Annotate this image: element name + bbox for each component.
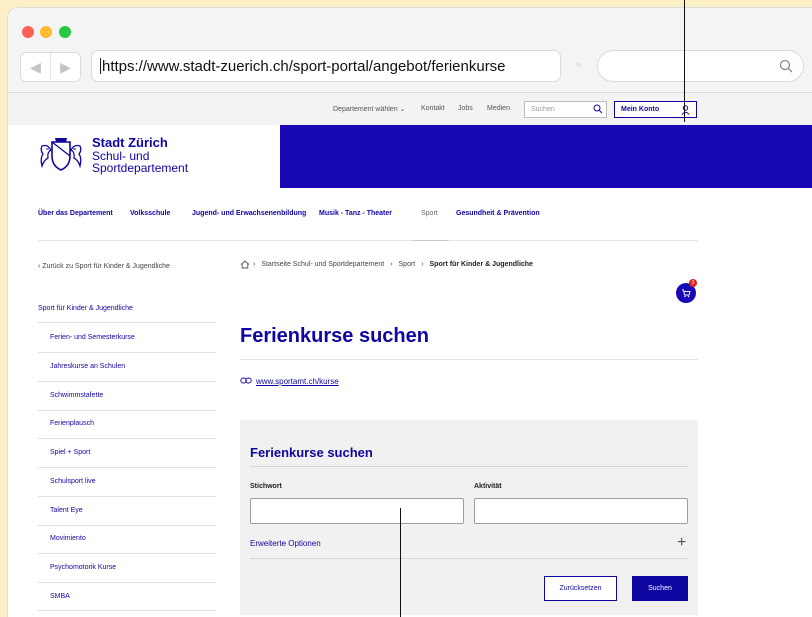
- nav-item-bildung[interactable]: Jugend- und Erwachsenenbildung: [192, 210, 306, 217]
- header-blue-band: [280, 125, 812, 188]
- address-bar-url: https://www.stadt-zuerich.ch/sport-porta…: [102, 58, 506, 75]
- utility-bar: Departement wählen ⌄ Kontakt Jobs Medien…: [8, 93, 812, 125]
- site-search-placeholder: Suchen: [531, 106, 555, 113]
- sidebar-item-movimiento[interactable]: Movimiento: [50, 535, 86, 542]
- search-icon: [779, 59, 793, 73]
- nav-active-underline: [413, 240, 449, 241]
- brand-name[interactable]: Stadt Zürich: [92, 135, 168, 150]
- breadcrumb-item-startseite[interactable]: Startseite Schul- und Sportdepartement: [261, 261, 384, 268]
- breadcrumb: › Startseite Schul- und Sportdepartement…: [240, 260, 533, 269]
- department-name[interactable]: Schul- und Sportdepartement: [92, 150, 188, 174]
- sidebar-divider: [38, 525, 216, 526]
- sidebar-item-schwimmstafette[interactable]: Schwimmstafette: [50, 392, 103, 399]
- zurich-coat-of-arms-logo[interactable]: [38, 136, 84, 174]
- external-link[interactable]: www.sportamt.ch/kurse: [240, 377, 339, 386]
- sidebar-divider: [38, 553, 216, 554]
- link-icon: [240, 377, 252, 384]
- search-panel-divider: [250, 466, 688, 467]
- jobs-link[interactable]: Jobs: [458, 105, 473, 112]
- activity-label: Aktivität: [474, 483, 502, 490]
- breadcrumb-current: Sport für Kinder & Jugendliche: [429, 261, 533, 268]
- nav-item-gesundheit[interactable]: Gesundheit & Prävention: [456, 210, 540, 217]
- medien-link[interactable]: Medien: [487, 105, 510, 112]
- advanced-options-toggle[interactable]: Erweiterte Optionen: [250, 539, 321, 548]
- breadcrumb-item-sport[interactable]: Sport: [399, 261, 416, 268]
- breadcrumb-separator: ›: [421, 261, 424, 268]
- sidebar-divider: [38, 410, 216, 411]
- text-cursor: [100, 58, 101, 74]
- advanced-options-divider: [250, 558, 688, 559]
- annotation-pointer-account: [684, 0, 685, 122]
- back-button[interactable]: ◀: [21, 53, 50, 81]
- search-panel-title: Ferienkurse suchen: [250, 445, 373, 460]
- browser-search-field[interactable]: [597, 50, 804, 82]
- page-title: Ferienkurse suchen: [240, 325, 429, 347]
- sidebar-item-ferien-semesterkurse[interactable]: Ferien- und Semesterkurse: [50, 334, 135, 341]
- sidebar-divider: [38, 322, 216, 323]
- history-navigation: ◀ ▶: [20, 52, 81, 82]
- annotation-pointer-keyword: [400, 508, 401, 617]
- department-name-line2: Sportdepartement: [92, 161, 189, 175]
- sidebar-divider: [38, 467, 216, 468]
- search-icon[interactable]: [593, 104, 603, 114]
- back-link[interactable]: ‹ Zurück zu Sport für Kinder & Jugendlic…: [38, 263, 170, 270]
- sidebar-heading[interactable]: Sport für Kinder & Jugendliche: [38, 305, 133, 312]
- kontakt-link[interactable]: Kontakt: [421, 105, 445, 112]
- cart-icon: [682, 289, 691, 298]
- sidebar-item-psychomotorik[interactable]: Psychomotorik Kurse: [50, 564, 116, 571]
- sidebar-divider: [38, 381, 216, 382]
- nav-divider: [38, 240, 698, 241]
- maximize-window-button[interactable]: [59, 26, 71, 38]
- keyword-input[interactable]: [250, 498, 464, 524]
- account-label: Mein Konto: [621, 106, 660, 113]
- nav-item-sport[interactable]: Sport: [421, 210, 438, 217]
- sidebar-divider: [38, 582, 216, 583]
- search-submit-button[interactable]: Suchen: [632, 576, 688, 601]
- forward-button[interactable]: ▶: [50, 53, 80, 81]
- departement-select[interactable]: Departement wählen ⌄: [333, 105, 405, 113]
- external-link-text: www.sportamt.ch/kurse: [256, 377, 339, 386]
- sidebar-divider: [38, 438, 216, 439]
- nav-item-departement[interactable]: Über das Departement: [38, 210, 113, 217]
- home-icon[interactable]: [240, 260, 250, 269]
- toolbar-separator-dot: [576, 62, 581, 67]
- sidebar-item-talent-eye[interactable]: Talent Eye: [50, 507, 83, 514]
- course-search-panel: Ferienkurse suchen Stichwort Aktivität E…: [240, 420, 698, 615]
- cart-button[interactable]: 3: [676, 279, 697, 303]
- sidebar-divider: [38, 496, 216, 497]
- title-divider: [240, 359, 698, 360]
- activity-input[interactable]: [474, 498, 688, 524]
- cart-count-badge: 3: [689, 279, 697, 287]
- sidebar-item-schulsport-live[interactable]: Schulsport live: [50, 478, 96, 485]
- breadcrumb-separator: ›: [253, 261, 256, 268]
- sidebar-item-jahreskurse[interactable]: Jahreskurse an Schulen: [50, 363, 125, 370]
- site-search-input[interactable]: Suchen: [524, 101, 607, 118]
- nav-item-volksschule[interactable]: Volksschule: [130, 210, 170, 217]
- user-icon: [681, 105, 690, 115]
- sidebar-item-spiel-sport[interactable]: Spiel + Sport: [50, 449, 90, 456]
- sidebar-item-smba[interactable]: SMBA: [50, 593, 70, 600]
- reset-button[interactable]: Zurücksetzen: [544, 576, 617, 601]
- minimize-window-button[interactable]: [40, 26, 52, 38]
- breadcrumb-separator: ›: [390, 261, 393, 268]
- browser-toolbar: ◀ ▶ https://www.stadt-zuerich.ch/sport-p…: [8, 8, 812, 93]
- address-bar[interactable]: https://www.stadt-zuerich.ch/sport-porta…: [91, 50, 561, 82]
- close-window-button[interactable]: [22, 26, 34, 38]
- nav-item-musik[interactable]: Musik - Tanz - Theater: [319, 210, 392, 217]
- sidebar-item-ferienplausch[interactable]: Ferienplausch: [50, 420, 94, 427]
- sidebar-divider: [38, 610, 216, 611]
- sidebar-divider: [38, 352, 216, 353]
- browser-window: ◀ ▶ https://www.stadt-zuerich.ch/sport-p…: [8, 8, 812, 617]
- plus-icon[interactable]: +: [677, 535, 686, 551]
- keyword-label: Stichwort: [250, 483, 282, 490]
